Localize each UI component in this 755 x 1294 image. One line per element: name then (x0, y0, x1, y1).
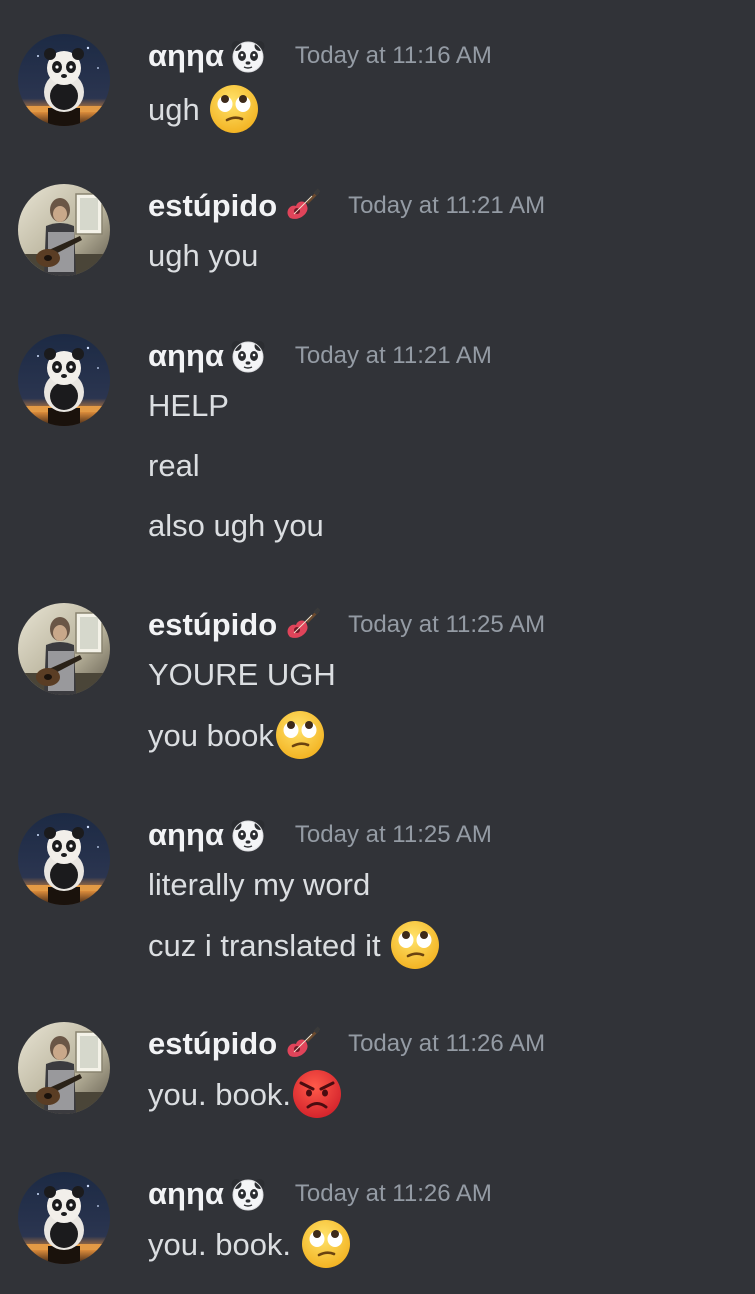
eye-roll-emoji (274, 709, 326, 761)
guitarist-avatar-image (18, 184, 110, 276)
username[interactable]: αηηα (148, 817, 224, 853)
eye-roll-emoji (300, 1218, 352, 1270)
username[interactable]: αηηα (148, 1176, 224, 1212)
panda-avatar-image (18, 813, 110, 905)
message-text: ugh (148, 89, 260, 129)
timestamp: Today at 11:26 AM (348, 1030, 546, 1057)
timestamp: Today at 11:16 AM (294, 42, 492, 69)
username[interactable]: αηηα (148, 38, 224, 74)
timestamp: Today at 11:25 AM (294, 821, 492, 848)
angry-face-emoji (291, 1068, 343, 1120)
timestamp: Today at 11:25 AM (348, 611, 546, 638)
message-text: ugh you (148, 236, 258, 276)
message-header: αηηα Today at 11:25 AM (148, 817, 492, 867)
timestamp: Today at 11:21 AM (348, 192, 546, 219)
guitar-icon (284, 188, 320, 224)
panda-icon (230, 1176, 266, 1212)
message-text: you. book. (148, 1224, 352, 1264)
avatar[interactable] (18, 1022, 110, 1114)
avatar[interactable] (18, 184, 110, 276)
message-text-content: cuz i translated it (148, 928, 390, 964)
message-header: estúpido Today at 11:25 AM (148, 607, 545, 657)
avatar[interactable] (18, 34, 110, 126)
message-text-content: you book (148, 718, 274, 754)
panda-icon (230, 38, 266, 74)
panda-icon (230, 817, 266, 853)
message-text: you. book. (148, 1074, 343, 1114)
message-header: αηηα Today at 11:16 AM (148, 38, 492, 88)
guitar-icon (284, 607, 320, 643)
message-text-content: literally my word (148, 867, 371, 902)
message-text-content: ugh you (148, 238, 259, 273)
message-text: HELP (148, 386, 229, 426)
avatar[interactable] (18, 603, 110, 695)
message-text-content: also ugh you (148, 508, 324, 543)
eye-roll-emoji (389, 919, 441, 971)
message-text: also ugh you (148, 506, 324, 546)
timestamp: Today at 11:21 AM (294, 342, 492, 369)
message-header: estúpido Today at 11:21 AM (148, 188, 545, 238)
message-text-content: you. book. (148, 1227, 300, 1263)
guitar-icon (284, 1026, 320, 1062)
message-header: estúpido Today at 11:26 AM (148, 1026, 545, 1076)
panda-avatar-image (18, 334, 110, 426)
message-text: you book (148, 715, 326, 755)
avatar[interactable] (18, 334, 110, 426)
avatar[interactable] (18, 1172, 110, 1264)
timestamp: Today at 11:26 AM (294, 1180, 492, 1207)
guitarist-avatar-image (18, 1022, 110, 1114)
panda-avatar-image (18, 34, 110, 126)
message-text: cuz i translated it (148, 925, 441, 965)
message-text-content: real (148, 448, 200, 483)
message-header: αηηα Today at 11:21 AM (148, 338, 492, 388)
message-text: literally my word (148, 865, 370, 905)
username[interactable]: estúpido (148, 1026, 277, 1062)
guitarist-avatar-image (18, 603, 110, 695)
message-text: YOURE UGH (148, 655, 336, 695)
message-text-content: HELP (148, 388, 229, 423)
username[interactable]: estúpido (148, 188, 277, 224)
message-text: real (148, 446, 200, 486)
message-text-content: YOURE UGH (148, 657, 336, 692)
panda-icon (230, 338, 266, 374)
username[interactable]: αηηα (148, 338, 224, 374)
avatar[interactable] (18, 813, 110, 905)
panda-avatar-image (18, 1172, 110, 1264)
message-text-content: ugh (148, 92, 209, 128)
username[interactable]: estúpido (148, 607, 277, 643)
eye-roll-emoji (208, 83, 260, 135)
message-text-content: you. book. (148, 1077, 292, 1113)
